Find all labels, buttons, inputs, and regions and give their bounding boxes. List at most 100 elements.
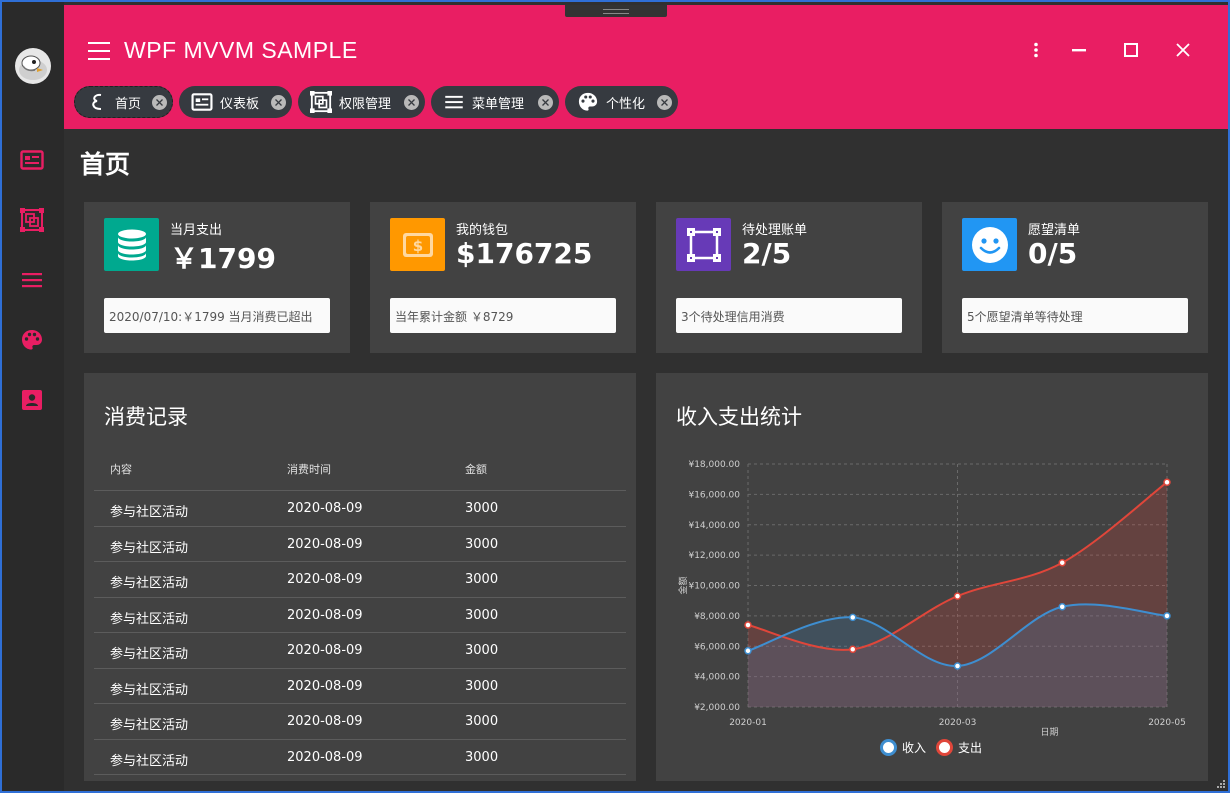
cell-amount: 3000 xyxy=(465,714,499,729)
sidebar-item-permission[interactable] xyxy=(19,207,45,233)
legend-label: 支出 xyxy=(958,741,983,755)
close-icon xyxy=(1176,43,1190,57)
database-icon xyxy=(104,218,159,271)
x-tick-label: 2020-05 xyxy=(1148,718,1186,728)
tab-permission[interactable]: 权限管理 xyxy=(298,86,425,118)
more-vert-icon xyxy=(1034,42,1038,58)
dashboard-icon xyxy=(20,150,44,170)
table-row[interactable]: 参与社区活动 2020-08-09 3000 xyxy=(94,633,626,669)
legend-marker xyxy=(936,739,953,756)
column-header-content[interactable]: 内容 xyxy=(110,461,132,477)
table-row[interactable]: 参与社区活动 2020-08-09 3000 xyxy=(94,704,626,740)
tab-label: 权限管理 xyxy=(339,96,392,112)
sidebar xyxy=(2,2,64,791)
avatar[interactable] xyxy=(15,48,51,84)
y-tick-label: ¥8,000.00 xyxy=(694,612,740,622)
cell-content: 参与社区活动 xyxy=(110,647,189,662)
app-window: WPF MVVM SAMPLE 首页 仪表板 权限管理 菜单管理 个性化 首页 … xyxy=(0,0,1230,793)
minimize-button[interactable] xyxy=(1064,35,1094,65)
close-icon xyxy=(408,99,415,106)
more-options-button[interactable] xyxy=(1021,35,1051,65)
tab-label: 仪表板 xyxy=(220,96,260,112)
tab-menu[interactable]: 菜单管理 xyxy=(431,86,559,118)
column-header-time[interactable]: 消费时间 xyxy=(287,461,331,477)
x-tick-label: 2020-01 xyxy=(729,718,767,728)
table-row[interactable]: 参与社区活动 2020-08-09 3000 xyxy=(94,740,626,775)
close-icon xyxy=(156,99,163,106)
resize-grip-icon[interactable] xyxy=(1216,779,1226,789)
cell-content: 参与社区活动 xyxy=(110,611,189,627)
sidebar-item-menu[interactable] xyxy=(19,267,45,293)
legend-income[interactable]: 收入 xyxy=(880,739,926,756)
table-row[interactable]: 参与社区活动 2020-08-09 3000 xyxy=(94,491,626,527)
card-note: 当年累计金额 ￥8729 xyxy=(390,298,616,333)
data-point-expense xyxy=(1058,558,1066,567)
cell-amount: 3000 xyxy=(465,678,499,694)
y-axis-label: 金额 xyxy=(677,576,689,594)
card-note: 3个待处理信用消费 xyxy=(676,298,902,333)
close-icon xyxy=(661,99,668,106)
tab-label: 菜单管理 xyxy=(472,96,525,112)
tab-close-button[interactable] xyxy=(404,95,419,110)
app-title: WPF MVVM SAMPLE xyxy=(124,37,358,63)
maximize-icon xyxy=(1124,43,1138,57)
account-box-icon xyxy=(22,390,42,410)
table-row[interactable]: 参与社区活动 2020-08-09 3000 xyxy=(94,562,626,598)
card-monthly-expense: 当月支出 ￥1799 2020/07/10:￥1799 当月消费已超出 xyxy=(84,202,350,353)
data-point-expense xyxy=(1163,478,1171,486)
card-value: 2/5 xyxy=(742,237,792,270)
table-header: 内容 消费时间 金额 xyxy=(94,453,626,491)
tab-close-button[interactable] xyxy=(271,95,286,110)
tab-home[interactable]: 首页 xyxy=(74,86,173,118)
drag-handle[interactable] xyxy=(565,5,667,17)
data-point-expense xyxy=(744,621,752,629)
sidebar-item-palette[interactable] xyxy=(19,327,45,353)
table-row[interactable]: 参与社区活动 2020-08-09 3000 xyxy=(94,527,626,562)
card-label: 我的钱包 xyxy=(456,223,509,238)
card-value: 0/5 xyxy=(1028,237,1078,270)
tab-close-button[interactable] xyxy=(538,95,553,110)
close-icon xyxy=(542,99,549,106)
y-tick-label: ¥18,000.00 xyxy=(688,460,740,470)
sidebar-item-dashboard[interactable] xyxy=(19,147,45,173)
tab-dashboard[interactable]: 仪表板 xyxy=(179,86,292,118)
card-note: 2020/07/10:￥1799 当月消费已超出 xyxy=(104,298,330,333)
card-pending-bills: 待处理账单 2/5 3个待处理信用消费 xyxy=(656,202,922,353)
tab-close-button[interactable] xyxy=(152,95,167,110)
y-tick-label: ¥4,000.00 xyxy=(694,673,740,683)
records-title: 消费记录 xyxy=(104,405,188,429)
close-button[interactable] xyxy=(1168,35,1198,65)
smiley-icon xyxy=(962,218,1017,271)
table-row[interactable]: 参与社区活动 2020-08-09 3000 xyxy=(94,598,626,633)
cell-time: 2020-08-09 xyxy=(287,749,363,765)
tab-close-button[interactable] xyxy=(657,95,672,110)
card-label: 当月支出 xyxy=(170,223,223,238)
sidebar-item-account[interactable] xyxy=(19,387,45,413)
maximize-button[interactable] xyxy=(1116,35,1146,65)
svg-text:$: $ xyxy=(412,237,422,255)
header-bar: WPF MVVM SAMPLE 首页 仪表板 权限管理 菜单管理 个性化 xyxy=(64,5,1228,129)
cell-time: 2020-08-09 xyxy=(287,572,363,587)
legend-expense[interactable]: 支出 xyxy=(936,739,982,756)
data-point-expense xyxy=(849,645,857,654)
hamburger-menu-button[interactable] xyxy=(88,42,110,60)
cell-content: 参与社区活动 xyxy=(110,682,189,698)
data-point-income xyxy=(953,662,962,670)
y-tick-label: ¥6,000.00 xyxy=(694,642,740,652)
data-point-income xyxy=(744,647,752,655)
data-point-income xyxy=(849,613,857,622)
close-icon xyxy=(275,99,282,106)
data-point-expense xyxy=(953,592,962,600)
minimize-icon xyxy=(1072,49,1086,52)
x-axis-label: 日期 xyxy=(1040,727,1058,738)
card-value: $176725 xyxy=(456,237,593,270)
records-panel: 消费记录 内容 消费时间 金额 参与社区活动 2020-08-09 3000 参与社区… xyxy=(84,373,636,781)
tab-personalize[interactable]: 个性化 xyxy=(565,86,678,118)
cell-amount: 3000 xyxy=(465,643,499,658)
column-header-amount[interactable]: 金额 xyxy=(465,461,487,477)
cell-amount: 3000 xyxy=(465,572,499,587)
data-point-income xyxy=(1058,603,1066,611)
y-tick-label: ¥12,000.00 xyxy=(688,551,740,561)
table-row[interactable]: 参与社区活动 2020-08-09 3000 xyxy=(94,669,626,704)
permission-icon xyxy=(20,208,44,232)
